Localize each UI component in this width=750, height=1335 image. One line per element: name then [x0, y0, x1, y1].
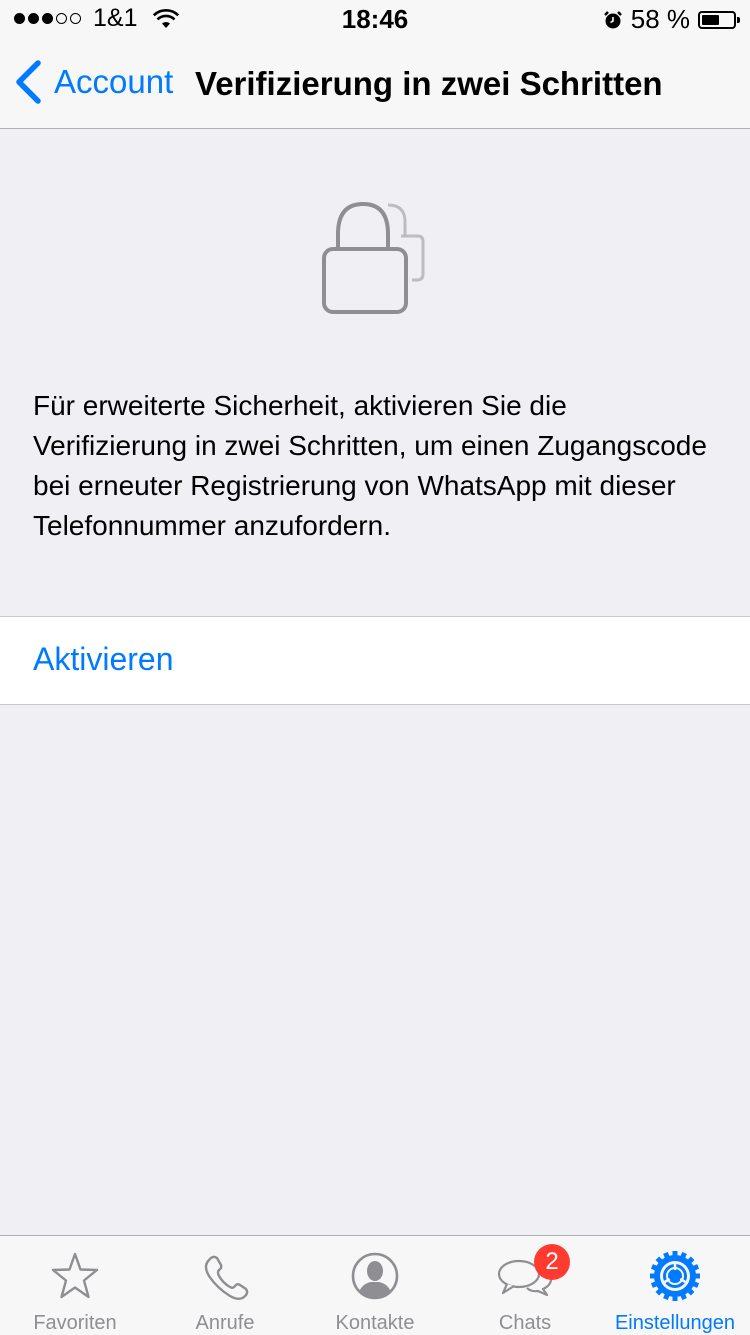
phone-icon [204, 1255, 249, 1300]
chats-unread-badge: 2 [534, 1244, 570, 1280]
gear-icon [650, 1251, 700, 1301]
tab-anrufe[interactable]: Anrufe [150, 1236, 300, 1335]
activate-cell[interactable]: Aktivieren [0, 616, 750, 705]
tab-label: Kontakte [335, 1312, 415, 1334]
back-button[interactable]: Account [14, 60, 173, 104]
back-button-label: Account [54, 63, 174, 100]
status-right: 58 % [603, 4, 740, 35]
tab-label: Chats [498, 1312, 552, 1334]
tab-label: Anrufe [195, 1312, 255, 1334]
battery-level [702, 14, 719, 25]
tab-favoriten[interactable]: Favoriten [0, 1236, 150, 1335]
alarm-clock-icon [603, 10, 622, 28]
tab-label: Favoriten [33, 1312, 117, 1334]
tab-einstellungen[interactable]: Einstellungen [600, 1236, 750, 1335]
contact-icon [351, 1252, 399, 1300]
tab-bar: Favoriten Anrufe Kontakte 2 Chats Einste… [0, 1235, 750, 1335]
tab-chats[interactable]: 2 Chats [450, 1236, 600, 1335]
battery-icon [698, 10, 740, 29]
tab-kontakte[interactable]: Kontakte [300, 1236, 450, 1335]
status-bar: 1&1 18:46 58 % [0, 0, 750, 40]
page-title: Verifizierung in zwei Schritten [195, 65, 663, 102]
description-text: Für erweiterte Sicherheit, aktivieren Si… [33, 390, 707, 541]
two-locks-icon [318, 196, 433, 318]
tab-label: Einstellungen [614, 1312, 736, 1334]
activate-button[interactable]: Aktivieren [33, 641, 174, 678]
chevron-left-icon [16, 60, 41, 104]
battery-percent: 58 % [630, 4, 690, 34]
star-icon [51, 1252, 99, 1299]
navigation-bar: Account Verifizierung in zwei Schritten [0, 40, 750, 129]
